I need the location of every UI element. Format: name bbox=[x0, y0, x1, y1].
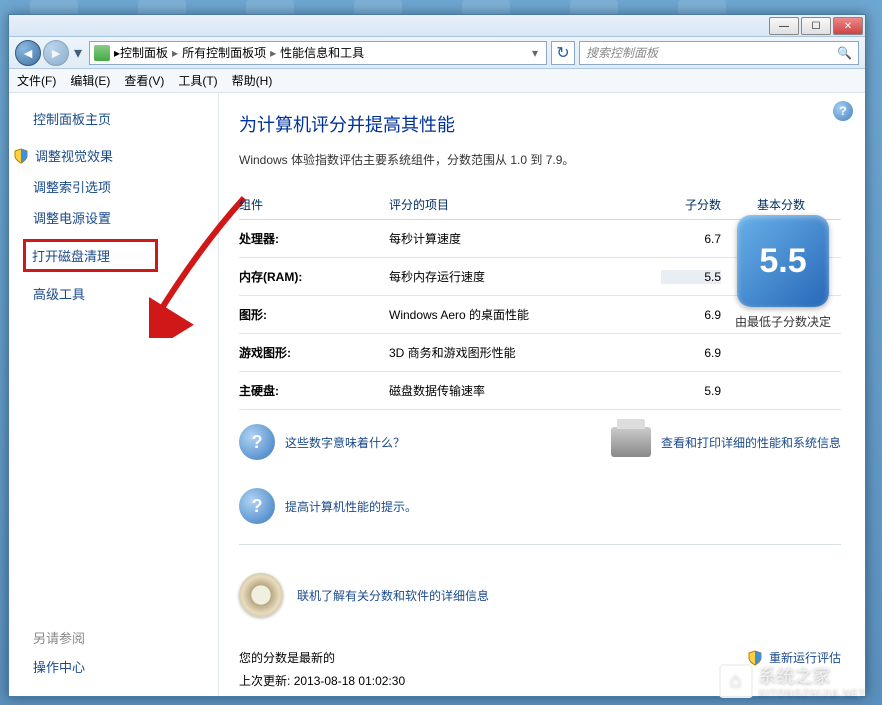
link-what-do-numbers-mean[interactable]: 这些数字意味着什么？ bbox=[285, 434, 405, 451]
table-row: 游戏图形: 3D 商务和游戏图形性能 6.9 bbox=[239, 334, 841, 372]
performance-window: — ☐ ✕ ◄ ► ▾ ▸ 控制面板 ▸ 所有控制面板项 ▸ 性能信息和工具 ▾… bbox=[8, 14, 866, 697]
minimize-button[interactable]: — bbox=[769, 17, 799, 35]
sidebar-item-visual-effects[interactable]: 调整视觉效果 bbox=[33, 146, 218, 165]
sidebar-item-power[interactable]: 调整电源设置 bbox=[33, 208, 218, 227]
menu-file[interactable]: 文件(F) bbox=[17, 72, 56, 89]
page-description: Windows 体验指数评估主要系统组件，分数范围从 1.0 到 7.9。 bbox=[239, 151, 841, 168]
link-performance-tips[interactable]: 提高计算机性能的提示。 bbox=[285, 498, 417, 515]
search-icon[interactable]: 🔍 bbox=[837, 46, 852, 60]
breadcrumb-seg[interactable]: 控制面板 bbox=[120, 44, 168, 61]
help-icon[interactable]: ? bbox=[833, 101, 853, 121]
rerun-assessment-link[interactable]: 重新运行评估 bbox=[747, 649, 841, 666]
col-header-rated: 评分的项目 bbox=[389, 196, 661, 213]
search-placeholder: 搜索控制面板 bbox=[586, 44, 658, 61]
shield-icon bbox=[13, 148, 29, 164]
control-panel-icon bbox=[94, 45, 110, 61]
base-score-badge: 5.5 bbox=[737, 215, 829, 307]
info-icon: ? bbox=[239, 488, 275, 524]
address-bar: ◄ ► ▾ ▸ 控制面板 ▸ 所有控制面板项 ▸ 性能信息和工具 ▾ ↻ 搜索控… bbox=[9, 37, 865, 69]
printer-icon bbox=[611, 427, 651, 457]
sidebar-see-also: 另请参阅 操作中心 bbox=[33, 628, 85, 676]
content-area: ? 为计算机评分并提高其性能 Windows 体验指数评估主要系统组件，分数范围… bbox=[219, 93, 865, 696]
nav-back-button[interactable]: ◄ bbox=[15, 40, 41, 66]
menu-edit[interactable]: 编辑(E) bbox=[70, 72, 110, 89]
menu-help[interactable]: 帮助(H) bbox=[232, 72, 273, 89]
base-score-caption: 由最低子分数决定 bbox=[733, 313, 833, 330]
menu-tools[interactable]: 工具(T) bbox=[178, 72, 217, 89]
breadcrumb[interactable]: ▸ 控制面板 ▸ 所有控制面板项 ▸ 性能信息和工具 ▾ bbox=[89, 41, 547, 65]
disc-icon bbox=[239, 573, 283, 617]
sidebar-item-label: 调整视觉效果 bbox=[35, 146, 113, 165]
menu-bar: 文件(F) 编辑(E) 查看(V) 工具(T) 帮助(H) bbox=[9, 69, 865, 93]
shield-icon bbox=[747, 650, 763, 666]
close-button[interactable]: ✕ bbox=[833, 17, 863, 35]
col-header-subscore: 子分数 bbox=[661, 196, 721, 213]
breadcrumb-dropdown[interactable]: ▾ bbox=[528, 46, 542, 60]
sidebar-item-advanced-tools[interactable]: 高级工具 bbox=[33, 284, 218, 303]
breadcrumb-seg[interactable]: 性能信息和工具 bbox=[280, 44, 364, 61]
link-learn-online[interactable]: 联机了解有关分数和软件的详细信息 bbox=[297, 587, 489, 604]
see-also-title: 另请参阅 bbox=[33, 628, 85, 647]
refresh-button[interactable]: ↻ bbox=[551, 41, 575, 65]
sidebar-item-indexing[interactable]: 调整索引选项 bbox=[33, 177, 218, 196]
page-title: 为计算机评分并提高其性能 bbox=[239, 111, 841, 137]
sidebar: 控制面板主页 调整视觉效果 调整索引选项 调整电源设置 打开磁盘清理 高级工具 … bbox=[9, 93, 219, 696]
maximize-button[interactable]: ☐ bbox=[801, 17, 831, 35]
table-row: 主硬盘: 磁盘数据传输速率 5.9 bbox=[239, 372, 841, 410]
col-header-component: 组件 bbox=[239, 196, 389, 213]
info-icon: ? bbox=[239, 424, 275, 460]
see-also-action-center[interactable]: 操作中心 bbox=[33, 657, 85, 676]
breadcrumb-seg[interactable]: 所有控制面板项 bbox=[182, 44, 266, 61]
menu-view[interactable]: 查看(V) bbox=[124, 72, 164, 89]
last-updated-text: 上次更新: 2013-08-18 01:02:30 bbox=[239, 672, 747, 689]
col-header-basescore: 基本分数 bbox=[721, 196, 841, 213]
sidebar-home-link[interactable]: 控制面板主页 bbox=[33, 109, 218, 128]
score-status-text: 您的分数是最新的 bbox=[239, 649, 747, 666]
base-score-box: 5.5 由最低子分数决定 bbox=[733, 215, 833, 330]
nav-history-dropdown[interactable]: ▾ bbox=[71, 40, 85, 66]
link-view-print-details[interactable]: 查看和打印详细的性能和系统信息 bbox=[661, 434, 841, 451]
nav-forward-button[interactable]: ► bbox=[43, 40, 69, 66]
search-input[interactable]: 搜索控制面板 🔍 bbox=[579, 41, 859, 65]
sidebar-item-disk-cleanup[interactable]: 打开磁盘清理 bbox=[23, 239, 158, 272]
titlebar: — ☐ ✕ bbox=[9, 15, 865, 37]
